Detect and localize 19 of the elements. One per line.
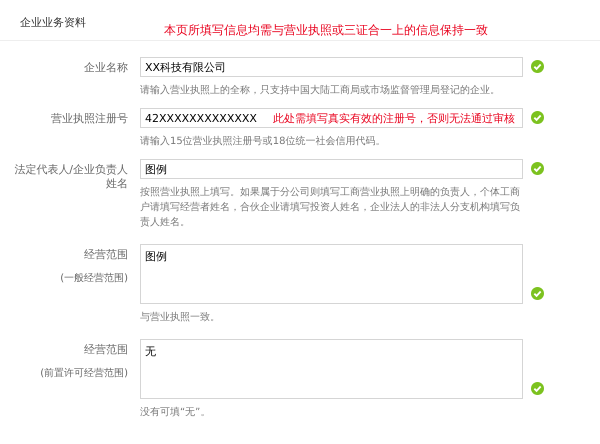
field-sublabel: (前置许可经营范围) xyxy=(40,366,128,380)
field-sublabel: (一般经营范围) xyxy=(60,272,128,285)
hint-text: 按照营业执照上填写。如果属于分公司则填写工商营业执照上明确的负责人，个体工商户请填写经营者姓名，合伙企业请填写投资人姓名，企业法人的非法人分支机构填写负责人姓名。 xyxy=(140,186,520,230)
field-label: 经营范围 xyxy=(83,343,128,357)
text-area[interactable]: 无 xyxy=(140,339,523,399)
input-field[interactable]: 图例 xyxy=(140,159,523,179)
hint-text: 没有可填“无”。 xyxy=(140,406,212,420)
hint-text: 与营业执照一致。 xyxy=(140,310,221,325)
field-label: 营业执照注册号 xyxy=(50,112,128,126)
annotation-text: 此处需填写真实有效的注册号，否则无法通过审核 xyxy=(273,111,515,126)
field-label: 经营范围 xyxy=(83,248,128,262)
text-area[interactable]: 图例 xyxy=(140,244,523,304)
input-field[interactable]: XX科技有限公司 xyxy=(140,57,523,77)
notice-text: 本页所填写信息均需与营业执照或三证合一上的信息保持一致 xyxy=(164,22,488,38)
field-label: 企业名称 xyxy=(83,61,128,75)
hint-text: 请输入15位营业执照注册号或18位统一社会信用代码。 xyxy=(140,134,386,149)
field-label: 法定代表人/企业负责人姓名 xyxy=(13,163,128,191)
hint-text: 请输入营业执照上的全称，只支持中国大陆工商局或市场监督管理局登记的企业。 xyxy=(140,84,501,98)
section-title: 企业业务资料 xyxy=(20,14,86,30)
